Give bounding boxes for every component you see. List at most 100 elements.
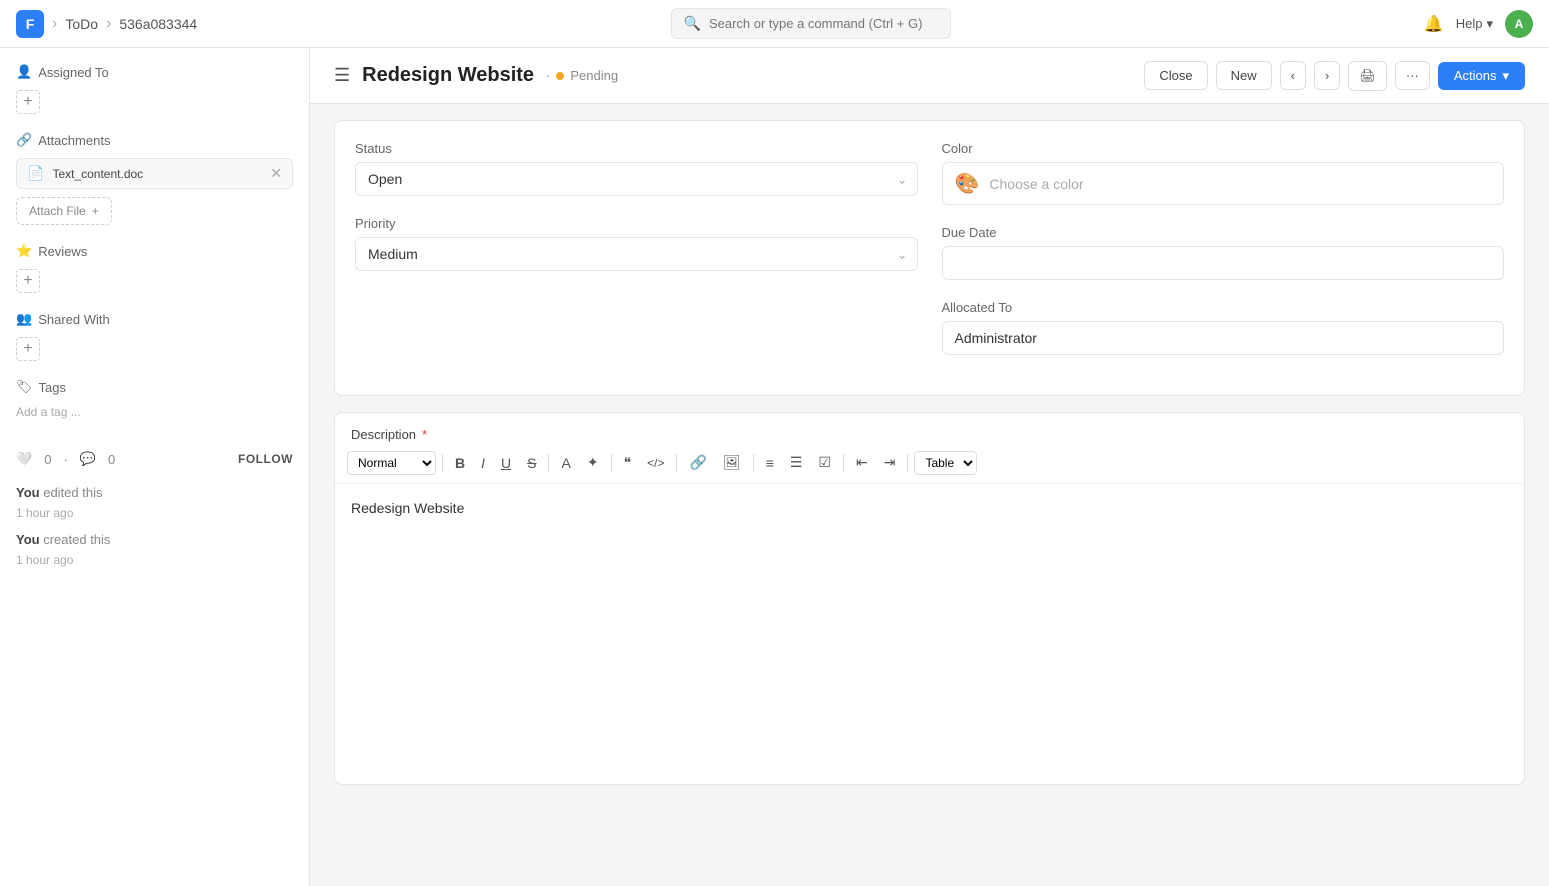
print-button[interactable]: 🖨 <box>1348 61 1387 91</box>
link-button[interactable]: 🔗 <box>683 450 712 475</box>
font-color-button[interactable]: A <box>555 451 576 475</box>
due-date-group: Due Date <box>942 225 1505 280</box>
strikethrough-button[interactable]: S <box>521 451 542 475</box>
status-separator: · <box>546 68 550 83</box>
prev-button[interactable]: ‹ <box>1280 61 1306 90</box>
tags-icon: 🏷 <box>16 379 33 395</box>
allocated-to-value: Administrator <box>942 321 1505 355</box>
due-date-input[interactable] <box>942 246 1505 280</box>
blockquote-button[interactable]: ❝ <box>618 450 638 475</box>
toolbar-sep-1 <box>442 454 443 472</box>
attachments-section: 🔗 Attachments <box>16 132 293 148</box>
shared-with-section: 👥 Shared With <box>16 311 293 327</box>
editor-toolbar: Normal Heading 1 Heading 2 B I U S A ✦ ❝… <box>335 442 1524 484</box>
text-style-select[interactable]: Normal Heading 1 Heading 2 <box>347 451 436 475</box>
description-label: Description <box>351 427 416 442</box>
add-review-button[interactable]: + <box>16 269 40 293</box>
color-placeholder: Choose a color <box>989 176 1083 192</box>
image-button[interactable]: 🖼 <box>717 450 747 475</box>
attachments-icon: 🔗 <box>16 132 32 148</box>
next-button[interactable]: › <box>1314 61 1340 90</box>
color-group: Color 🎨 Choose a color <box>942 141 1505 205</box>
priority-label: Priority <box>355 216 918 231</box>
code-button[interactable]: </> <box>641 452 670 474</box>
color-wheel-icon: 🎨 <box>955 171 980 196</box>
attachments-label: Attachments <box>38 133 110 148</box>
status-text: Pending <box>570 68 618 83</box>
main-content: ☰ Redesign Website · Pending Close New ‹… <box>310 48 1549 886</box>
topnav-right: 🔔 Help ▾ A <box>1424 10 1533 38</box>
activity-user-0: You <box>16 485 40 500</box>
toolbar-sep-6 <box>843 454 844 472</box>
toolbar-sep-5 <box>753 454 754 472</box>
add-tag-button[interactable]: Add a tag ... <box>16 405 293 419</box>
help-chevron-icon: ▾ <box>1486 16 1493 32</box>
add-shared-button[interactable]: + <box>16 337 40 361</box>
activity-user-1: You <box>16 532 40 547</box>
unordered-list-button[interactable]: ☰ <box>784 450 809 475</box>
breadcrumb-sep-1: › <box>52 15 57 33</box>
activity-time-0: 1 hour ago <box>16 506 73 520</box>
app-icon[interactable]: F <box>16 10 44 38</box>
status-label: Status <box>355 141 918 156</box>
breadcrumb-todo[interactable]: ToDo <box>65 16 98 32</box>
activity-time-1: 1 hour ago <box>16 553 73 567</box>
avatar[interactable]: A <box>1505 10 1533 38</box>
priority-select[interactable]: Low Medium High Urgent <box>355 237 918 271</box>
help-label: Help <box>1456 16 1483 31</box>
file-icon: 📄 <box>27 165 44 182</box>
bold-button[interactable]: B <box>449 451 471 475</box>
form-card: Status Open In Progress Closed Priority <box>334 120 1525 396</box>
form-left-col: Status Open In Progress Closed Priority <box>355 141 918 375</box>
assigned-to-label: Assigned To <box>38 65 109 80</box>
outdent-button[interactable]: ⇤ <box>850 450 874 475</box>
ordered-list-button[interactable]: ≡ <box>760 451 780 475</box>
close-button[interactable]: Close <box>1144 61 1207 90</box>
allocated-to-group: Allocated To Administrator <box>942 300 1505 355</box>
indent-button[interactable]: ⇥ <box>878 450 902 475</box>
color-picker[interactable]: 🎨 Choose a color <box>942 162 1505 205</box>
hamburger-icon[interactable]: ☰ <box>334 65 350 86</box>
search-icon: 🔍 <box>684 15 701 32</box>
checklist-button[interactable]: ☑ <box>812 450 837 475</box>
allocated-to-label: Allocated To <box>942 300 1505 315</box>
toolbar-sep-7 <box>907 454 908 472</box>
add-assigned-button[interactable]: + <box>16 90 40 114</box>
table-select[interactable]: Table <box>914 451 977 475</box>
heart-icon: 🤍 <box>16 451 32 467</box>
actions-button[interactable]: Actions ▾ <box>1438 62 1525 90</box>
breadcrumb-area: F › ToDo › 536a083344 <box>16 10 197 38</box>
toolbar-sep-3 <box>611 454 612 472</box>
assigned-to-icon: 👤 <box>16 64 32 80</box>
actions-chevron-icon: ▾ <box>1502 68 1509 84</box>
page-header-right: Close New ‹ › 🖨 ··· Actions ▾ <box>1144 61 1525 91</box>
description-editor[interactable]: Redesign Website <box>335 484 1524 784</box>
page-title: Redesign Website <box>362 64 534 87</box>
assigned-to-section: 👤 Assigned To <box>16 64 293 80</box>
due-date-label: Due Date <box>942 225 1505 240</box>
underline-button[interactable]: U <box>495 451 517 475</box>
attach-file-button[interactable]: Attach File + <box>16 197 112 225</box>
likes-row: 🤍 0 · 💬 0 FOLLOW <box>16 451 293 467</box>
new-button[interactable]: New <box>1216 61 1272 90</box>
form-card-inner: Status Open In Progress Closed Priority <box>335 121 1524 395</box>
highlight-button[interactable]: ✦ <box>581 450 605 475</box>
search-input[interactable] <box>709 16 929 31</box>
toolbar-sep-4 <box>676 454 677 472</box>
help-button[interactable]: Help ▾ <box>1456 16 1493 32</box>
comments-count: 0 <box>108 452 115 467</box>
remove-attachment-button[interactable]: ✕ <box>270 165 282 182</box>
more-button[interactable]: ··· <box>1395 61 1430 90</box>
follow-button[interactable]: FOLLOW <box>238 452 293 466</box>
bottom-info: 🤍 0 · 💬 0 FOLLOW You edited this 1 hour … <box>16 451 293 569</box>
bell-icon[interactable]: 🔔 <box>1424 14 1444 34</box>
shared-with-icon: 👥 <box>16 311 32 327</box>
italic-button[interactable]: I <box>475 451 491 475</box>
status-select-wrapper: Open In Progress Closed <box>355 162 918 196</box>
shared-with-label: Shared With <box>38 312 110 327</box>
activity-item-1: You created this 1 hour ago <box>16 530 293 569</box>
status-select[interactable]: Open In Progress Closed <box>355 162 918 196</box>
actions-label: Actions <box>1454 68 1497 83</box>
form-right-col: Color 🎨 Choose a color Due Date Allocate… <box>942 141 1505 375</box>
activity-item-0: You edited this 1 hour ago <box>16 483 293 522</box>
